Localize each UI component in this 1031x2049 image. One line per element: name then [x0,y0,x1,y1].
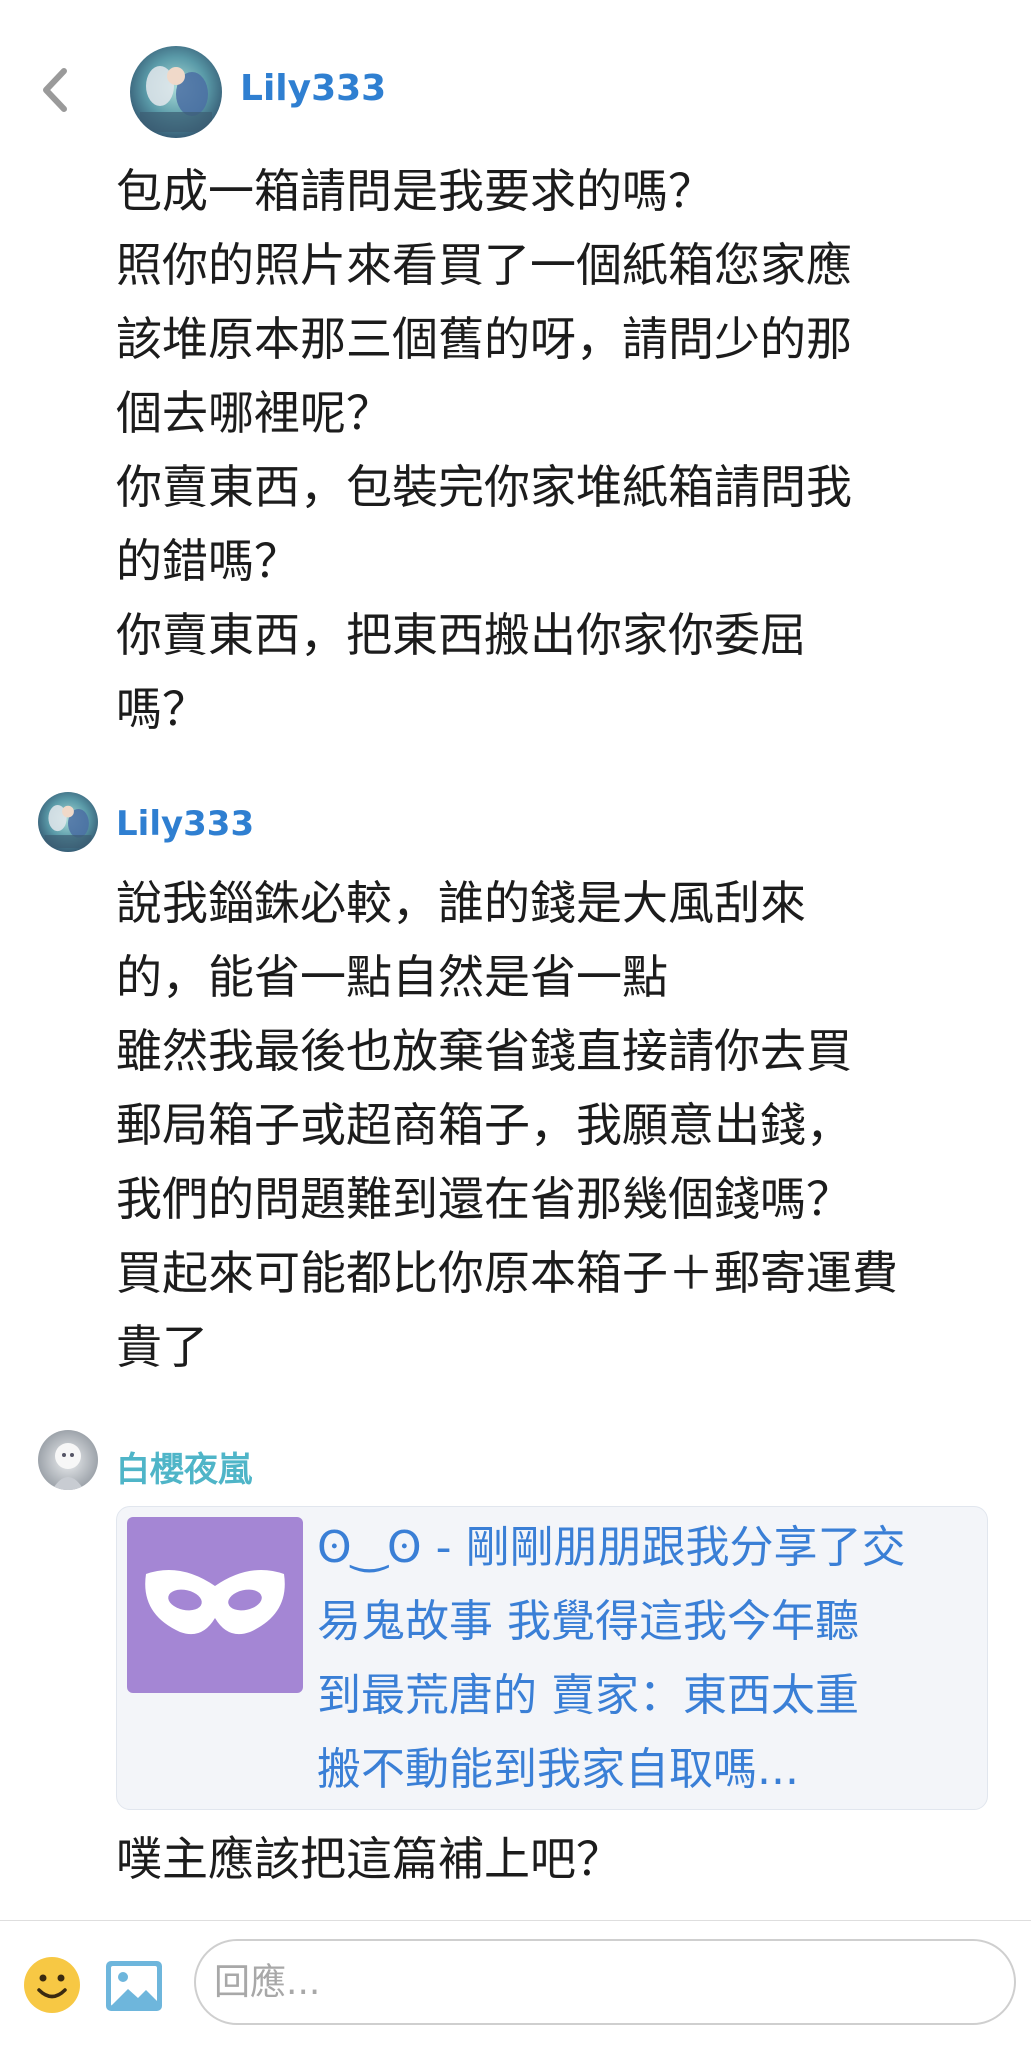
avatar[interactable] [38,792,98,852]
back-button[interactable] [30,62,80,122]
link-preview-text: ʘ‿ʘ - 剛剛朋朋跟我分享了交 易鬼故事 我覺得這我今年聽 到最荒唐的 賣家：… [317,1522,906,1795]
avatar[interactable] [38,1430,98,1490]
message-text: 說我錙銖必較，誰的錢是大風刮來 的，能省一點自然是省一點 雖然我最後也放棄省錢直… [116,876,898,1374]
link-preview-card[interactable]: ʘ‿ʘ - 剛剛朋朋跟我分享了交 易鬼故事 我覺得這我今年聽 到最荒唐的 賣家：… [116,1506,988,1810]
mask-icon [140,1558,290,1652]
image-icon [104,1961,164,2017]
reply-input[interactable] [194,1939,1016,2025]
link-thumbnail [127,1517,303,1693]
reply-composer [0,1920,1031,2049]
avatar[interactable] [130,46,222,138]
message-author[interactable]: Lily333 [116,804,254,844]
chevron-left-icon [40,67,70,117]
message-author[interactable]: 白櫻夜嵐 [116,1442,252,1491]
smiley-icon [22,1957,82,2019]
message-text: 噗主應該把這篇補上吧？ [116,1832,622,1886]
image-button[interactable] [104,1959,164,2013]
emoji-button[interactable] [22,1955,82,2015]
message-text: 包成一箱請問是我要求的嗎？ 照你的照片來看買了一個紙箱您家應 該堆原本那三個舊的… [116,164,852,736]
header-username[interactable]: Lily333 [240,68,386,109]
